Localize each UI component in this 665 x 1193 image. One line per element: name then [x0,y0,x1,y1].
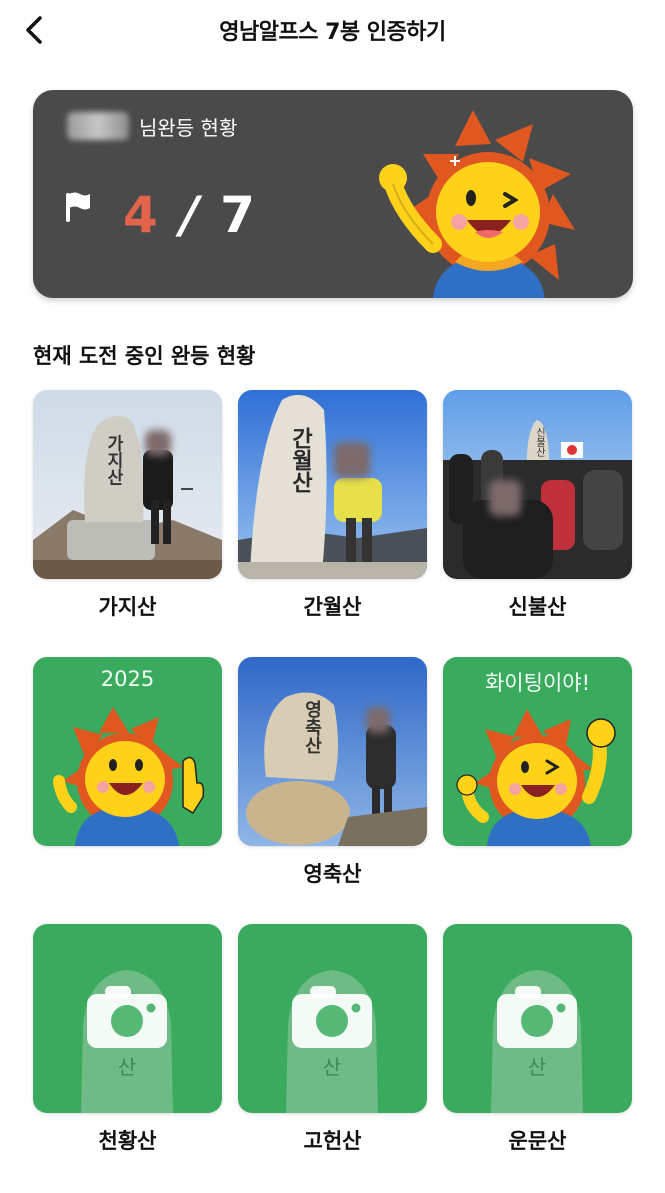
section-title: 현재 도전 중인 완등 현황 [33,344,256,368]
completion-progress: 4 / 7 [123,186,255,244]
blurred-face [145,430,171,456]
blurred-face [489,480,521,516]
peak-locked-tile[interactable]: 운 산 [443,924,632,1113]
summit-photo-image: 가지산 [33,390,222,579]
camera-icon [497,986,577,1048]
peak-card-gajisan[interactable]: 가지산 가지산 [33,390,222,621]
peak-card-yeongchuksan[interactable]: 영축산 영축산 [238,657,427,888]
mascot-card-2025: 2025 [33,657,222,846]
peak-label: 신불산 [508,595,567,619]
stone-text-bottom: 산 [118,1055,136,1079]
summit-photo-image: 신불산 [443,390,632,579]
peak-label: 영축산 [303,862,362,886]
stone-text: 가지산 [103,434,123,485]
mascot-waving-image [379,110,575,298]
camera-icon [87,986,167,1048]
peak-card-goheonsan[interactable]: 고 산 고헌산 [238,924,427,1155]
stone-text: 간월산 [288,427,313,493]
mascot-caption: 화이팅이야! [484,671,591,695]
stone-text-bottom: 산 [528,1055,546,1079]
completion-status-card: 님완등 현황 4 / 7 [33,90,633,298]
summit-photo-image: 간월산 [238,390,427,579]
peak-card-cheonhwangsan[interactable]: 천 산 천황산 [33,924,222,1155]
peak-photo[interactable]: 영축산 [238,657,427,846]
user-name-blurred [67,112,129,140]
mascot-card-fighting: 화이팅이야! [443,657,632,846]
peak-card-unmunsan[interactable]: 운 산 운문산 [443,924,632,1155]
peak-photo[interactable]: 신불산 [443,390,632,579]
top-bar: 영남알프스 7봉 인증하기 [0,0,665,60]
peak-label: 간월산 [303,595,362,619]
stone-text: 영축산 [302,700,323,754]
peak-label: 고헌산 [303,1129,362,1153]
page-title: 영남알프스 7봉 인증하기 [219,20,446,45]
peak-card-ganwolsan[interactable]: 간월산 간월산 [238,390,427,621]
peak-label: 가지산 [98,595,157,619]
summit-photo-image: 영축산 [238,657,427,846]
mascot-tile: 2025 [33,657,222,846]
peak-label: 천황산 [98,1129,157,1153]
completed-count: 4 [123,186,158,244]
blurred-face [334,442,370,478]
peak-photo[interactable]: 간월산 [238,390,427,579]
stone-text: 신불산 [534,427,546,457]
blurred-face [366,707,390,733]
mascot-tile: 화이팅이야! [443,657,632,846]
progress-slash: / [173,186,205,244]
status-label: 님완등 현황 [139,116,238,140]
peak-locked-tile[interactable]: 고 산 [238,924,427,1113]
peak-photo[interactable]: 가지산 [33,390,222,579]
mascot-caption: 2025 [100,667,155,691]
peak-card-sinbulsan[interactable]: 신불산 신불산 [443,390,632,621]
flag-icon [66,192,90,222]
peak-label: 운문산 [508,1129,567,1153]
total-count: 7 [220,186,255,244]
camera-icon [292,986,372,1048]
stone-text-bottom: 산 [323,1055,341,1079]
peak-locked-tile[interactable]: 천 산 [33,924,222,1113]
